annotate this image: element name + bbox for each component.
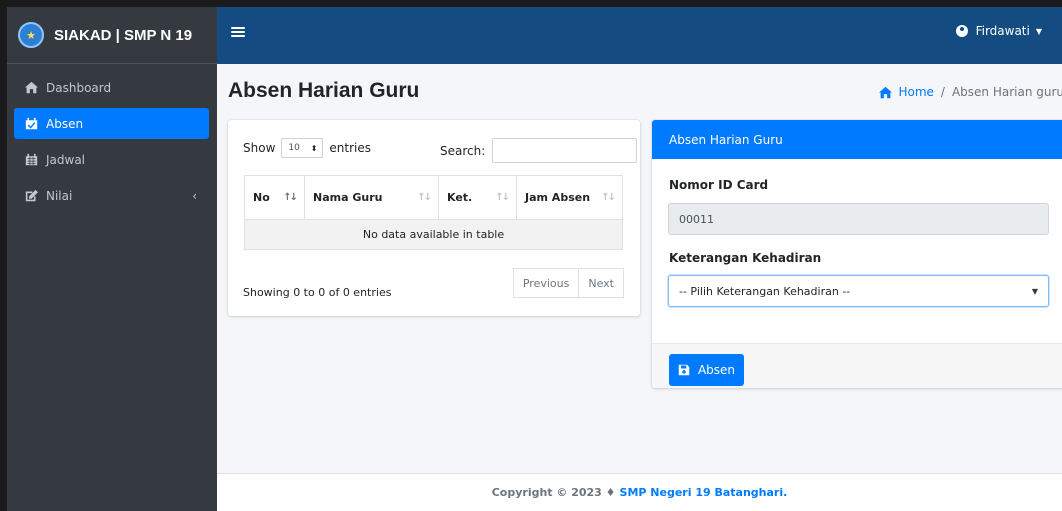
chevron-left-icon: ‹	[192, 188, 197, 203]
sidebar-item-label: Nilai	[46, 188, 73, 203]
sidebar-nav: Dashboard Absen Jadwal Nilai ‹	[7, 64, 217, 211]
edit-icon	[24, 189, 38, 203]
sidebar-item-dashboard[interactable]: Dashboard	[14, 72, 209, 103]
kehadiran-label: Keterangan Kehadiran	[669, 251, 822, 265]
id-card-value: 00011	[679, 212, 714, 226]
column-header-nama-guru[interactable]: Nama Guru ↑↓	[304, 175, 439, 220]
sidebar-item-label: Jadwal	[46, 152, 86, 167]
page-title: Absen Harian Guru	[228, 79, 420, 102]
sort-icon: ↑↓	[283, 192, 298, 203]
entries-select[interactable]: 10 ⬍	[281, 138, 324, 158]
breadcrumb-current: Absen Harian guru	[951, 85, 1062, 99]
home-icon	[24, 81, 38, 95]
school-logo-icon: ★	[18, 22, 44, 48]
breadcrumb-home-link[interactable]: Home	[879, 85, 934, 99]
attendance-form-card: Absen Harian Guru Nomor ID Card 00011 Ke…	[652, 120, 1062, 388]
id-card-field[interactable]: 00011	[668, 203, 1049, 235]
brand-link[interactable]: ★ SIAKAD | SMP N 19	[7, 7, 217, 64]
form-card-header: Absen Harian Guru	[652, 120, 1062, 159]
sort-icon: ↑↓	[495, 192, 510, 203]
table-info: Showing 0 to 0 of 0 entries	[243, 286, 392, 299]
caret-down-icon: ▼	[1035, 26, 1042, 36]
sort-icon: ↑↓	[601, 192, 616, 203]
next-page-button[interactable]: Next	[579, 268, 624, 298]
attendance-table-card: Show 10 ⬍ entries Search: No ↑↓ Nama Gur…	[228, 120, 640, 316]
kehadiran-select[interactable]: -- Pilih Keterangan Kehadiran -- ▼	[668, 275, 1049, 307]
show-label: Show	[243, 141, 276, 155]
sidebar-item-jadwal[interactable]: Jadwal	[14, 144, 209, 175]
breadcrumb: Home / Absen Harian guru	[879, 85, 1062, 99]
table-search: Search:	[440, 138, 638, 163]
page-footer: Copyright © 2023 ♦ SMP Negeri 19 Batangh…	[217, 473, 1062, 511]
breadcrumb-separator: /	[940, 85, 945, 99]
sidebar-item-absen[interactable]: Absen	[14, 108, 209, 139]
brand-title: SIAKAD | SMP N 19	[54, 26, 193, 44]
pagination: Previous Next	[512, 268, 624, 298]
user-circle-icon	[955, 25, 968, 37]
breadcrumb-home-label: Home	[898, 85, 934, 99]
home-icon	[879, 86, 893, 98]
copyright-text: Copyright © 2023 ♦	[491, 486, 616, 499]
absen-submit-button[interactable]: Absen	[669, 354, 744, 386]
top-navbar: Firdawati ▼	[217, 7, 1062, 64]
entries-select-value: 10	[288, 143, 300, 153]
user-menu[interactable]: Firdawati ▼	[955, 24, 1042, 38]
search-input[interactable]	[492, 138, 638, 163]
hamburger-icon[interactable]	[231, 25, 245, 39]
column-header-jam-absen[interactable]: Jam Absen ↑↓	[516, 175, 623, 220]
save-icon	[678, 364, 690, 376]
chevron-down-icon: ▼	[1031, 286, 1038, 296]
column-header-no[interactable]: No ↑↓	[244, 175, 305, 220]
entries-label: entries	[329, 141, 371, 155]
sort-arrows-icon: ⬍	[310, 143, 318, 153]
id-card-label: Nomor ID Card	[669, 178, 769, 192]
sort-icon: ↑↓	[417, 192, 432, 203]
sidebar: ★ SIAKAD | SMP N 19 Dashboard Absen Jadw…	[7, 7, 217, 511]
column-header-ket[interactable]: Ket. ↑↓	[438, 175, 517, 220]
kehadiran-selected-value: -- Pilih Keterangan Kehadiran --	[679, 284, 851, 298]
calendar-icon	[24, 153, 38, 167]
absen-button-label: Absen	[697, 363, 736, 377]
sidebar-item-label: Dashboard	[46, 80, 112, 95]
previous-page-button[interactable]: Previous	[512, 268, 580, 298]
attendance-table: No ↑↓ Nama Guru ↑↓ Ket. ↑↓ Jam Absen ↑↓	[244, 175, 623, 250]
empty-table-message: No data available in table	[244, 219, 623, 250]
search-label: Search:	[440, 143, 486, 158]
sidebar-item-nilai[interactable]: Nilai ‹	[14, 180, 209, 211]
sidebar-item-label: Absen	[46, 116, 84, 131]
app-frame: ★ SIAKAD | SMP N 19 Dashboard Absen Jadw…	[7, 7, 1062, 511]
table-row: No data available in table	[244, 219, 623, 250]
user-name: Firdawati	[975, 24, 1030, 38]
school-link[interactable]: SMP Negeri 19 Batanghari.	[620, 486, 788, 499]
calendar-check-icon	[24, 117, 38, 131]
entries-length-control: Show 10 ⬍ entries	[243, 138, 371, 158]
